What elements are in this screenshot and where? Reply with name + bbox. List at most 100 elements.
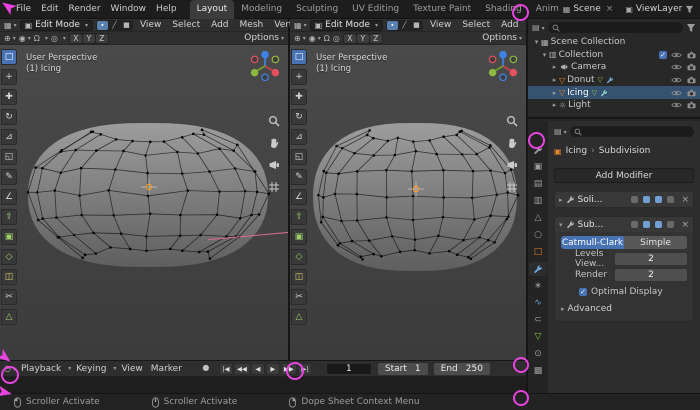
outliner-filter-icon[interactable] <box>686 23 696 33</box>
menu-edit[interactable]: Edit <box>36 4 63 14</box>
menu-add[interactable]: Add <box>497 20 522 30</box>
tool-knife[interactable]: ✂ <box>1 289 17 305</box>
zoom-icon[interactable] <box>268 115 280 127</box>
menu-select[interactable]: Select <box>168 20 204 30</box>
tool-select-box[interactable]: □ <box>291 49 307 65</box>
zoom-icon[interactable] <box>506 115 518 127</box>
workspace-tab-layout[interactable]: Layout <box>189 0 235 19</box>
select-mode-face[interactable]: ■ <box>121 21 132 30</box>
menu-mesh[interactable]: Mesh <box>236 20 268 30</box>
tool-move[interactable]: ✚ <box>291 89 307 105</box>
workspace-tab-sculpting[interactable]: Sculpting <box>289 0 345 19</box>
display-cage-toggle[interactable] <box>667 196 675 203</box>
expand-icon[interactable]: ▾ <box>532 38 541 46</box>
select-mode-edge[interactable]: ╱ <box>399 21 410 30</box>
tool-knife[interactable]: ✂ <box>291 289 307 305</box>
pivot-point-icon[interactable]: ◉ ▾ <box>309 34 321 43</box>
workspace-tab-uv-editing[interactable]: UV Editing <box>345 0 406 19</box>
tool-rotate[interactable]: ↻ <box>1 109 17 125</box>
editor-type-icon[interactable]: ▦ ▾ <box>4 21 17 30</box>
select-mode-vertex[interactable]: ∙ <box>96 20 108 30</box>
workspace-tab-texture-paint[interactable]: Texture Paint <box>406 0 478 19</box>
camera-view-icon[interactable] <box>268 159 280 171</box>
outliner-row-donut[interactable]: ▸ ▽ Donut ▽ <box>528 74 700 87</box>
workspace-tab-modeling[interactable]: Modeling <box>234 0 289 19</box>
snap-magnet-icon[interactable]: Ω <box>34 34 40 43</box>
tool-rotate[interactable]: ↻ <box>291 109 307 125</box>
tool-poly-build[interactable]: △ <box>1 309 17 325</box>
properties-tab-object[interactable]: □ <box>529 245 547 259</box>
scene-selector[interactable]: ▦ Scene × <box>563 4 616 14</box>
end-frame-field[interactable]: End 250 <box>433 362 490 375</box>
menu-window[interactable]: Window <box>106 4 152 14</box>
menu-add[interactable]: Add <box>207 20 232 30</box>
display-render-toggle[interactable] <box>655 196 663 203</box>
remove-modifier-icon[interactable]: × <box>681 220 689 230</box>
properties-tab-material[interactable]: ⊙ <box>529 347 547 361</box>
properties-tab-view-layer[interactable]: ▥ <box>529 194 547 208</box>
mirror-x-button[interactable]: X <box>69 33 82 43</box>
advanced-section[interactable]: ▸ Advanced <box>561 304 687 314</box>
levels-render-field[interactable]: 2 <box>615 268 687 281</box>
breadcrumb-modifier[interactable]: Subdivision <box>599 146 651 156</box>
display-editmode-toggle[interactable] <box>631 196 639 203</box>
options-dropdown[interactable]: Options ▾ <box>482 33 522 43</box>
properties-tab-world[interactable]: ○ <box>529 228 547 242</box>
remove-modifier-icon[interactable]: × <box>681 195 689 205</box>
modifier-header[interactable]: ▾ Sub... × <box>555 217 693 232</box>
modifier-header[interactable]: ▸ Soli... × <box>555 192 693 207</box>
transform-orientation-icon[interactable]: ⊕ ▾ <box>294 34 306 43</box>
tool-move[interactable]: ✚ <box>1 89 17 105</box>
toggle-ortho-grid-icon[interactable] <box>268 181 280 193</box>
expand-icon[interactable]: ▸ <box>550 63 559 71</box>
display-render-toggle[interactable] <box>655 221 663 228</box>
pivot-point-icon[interactable]: ◉ ▾ <box>19 34 31 43</box>
expand-icon[interactable]: ▸ <box>550 76 559 84</box>
properties-tab-tool[interactable] <box>529 143 547 157</box>
menu-playback[interactable]: Playback <box>18 364 64 374</box>
select-mode-face[interactable]: ■ <box>411 21 422 30</box>
tool-transform[interactable]: ◱ <box>291 149 307 165</box>
mode-dropdown[interactable]: ▣ Edit Mode ▾ <box>19 19 93 31</box>
outliner-row-scene-collection[interactable]: ▾ ▦ Scene Collection <box>528 36 700 49</box>
pan-hand-icon[interactable] <box>268 137 280 149</box>
tool-extrude-region[interactable]: ⇧ <box>1 209 17 225</box>
properties-tab-output[interactable]: ▤ <box>529 177 547 191</box>
add-modifier-button[interactable]: Add Modifier <box>554 168 694 183</box>
next-keyframe-button[interactable]: ▶▶ <box>280 362 297 375</box>
mirror-y-button[interactable]: Y <box>356 33 369 43</box>
hide-eye-icon[interactable] <box>671 101 682 109</box>
outliner-search-input[interactable] <box>547 22 683 33</box>
mirror-x-button[interactable]: X <box>343 33 356 43</box>
collection-checkbox[interactable]: ✓ <box>659 50 667 59</box>
display-editmode-toggle[interactable] <box>631 221 639 228</box>
play-reverse-button[interactable]: ◀ <box>250 362 265 375</box>
workspace-tab-animation[interactable]: Anim <box>529 0 563 19</box>
properties-tab-physics[interactable]: ∿ <box>529 296 547 310</box>
render-visibility-icon[interactable] <box>686 51 697 59</box>
menu-select[interactable]: Select <box>458 20 494 30</box>
timeline-track-area[interactable] <box>0 377 526 393</box>
snap-target-icon[interactable]: ▾ <box>43 35 48 42</box>
viewlayer-selector[interactable]: ▣ ViewLayer <box>625 4 694 14</box>
render-visibility-icon[interactable] <box>686 89 697 97</box>
tool-bevel[interactable]: ◇ <box>291 249 307 265</box>
options-dropdown[interactable]: Options ▾ <box>244 33 284 43</box>
workspace-tab-shading[interactable]: Shading <box>478 0 529 19</box>
previous-keyframe-button[interactable]: ◀◀ <box>233 362 250 375</box>
tool-loop-cut[interactable]: ◫ <box>1 269 17 285</box>
modifier-name[interactable]: Soli... <box>578 195 603 205</box>
current-frame-field[interactable]: 1 <box>325 362 372 375</box>
expand-icon[interactable]: ▾ <box>540 51 549 59</box>
tool-cursor[interactable]: + <box>1 69 17 85</box>
mirror-z-button[interactable]: Z <box>95 33 108 43</box>
expand-icon[interactable]: ▸ <box>559 196 563 204</box>
tool-inset-faces[interactable]: ▣ <box>1 229 17 245</box>
outliner-row-collection[interactable]: ▾ ▥ Collection ✓ <box>528 49 700 62</box>
outliner-row-icing[interactable]: ▸ ▽ Icing ▽ <box>528 86 700 99</box>
select-mode-edge[interactable]: ╱ <box>109 21 120 30</box>
display-cage-toggle[interactable] <box>667 221 675 228</box>
expand-icon[interactable]: ▸ <box>561 305 565 313</box>
menu-help[interactable]: Help <box>151 4 182 14</box>
levels-viewport-field[interactable]: 2 <box>615 252 687 265</box>
